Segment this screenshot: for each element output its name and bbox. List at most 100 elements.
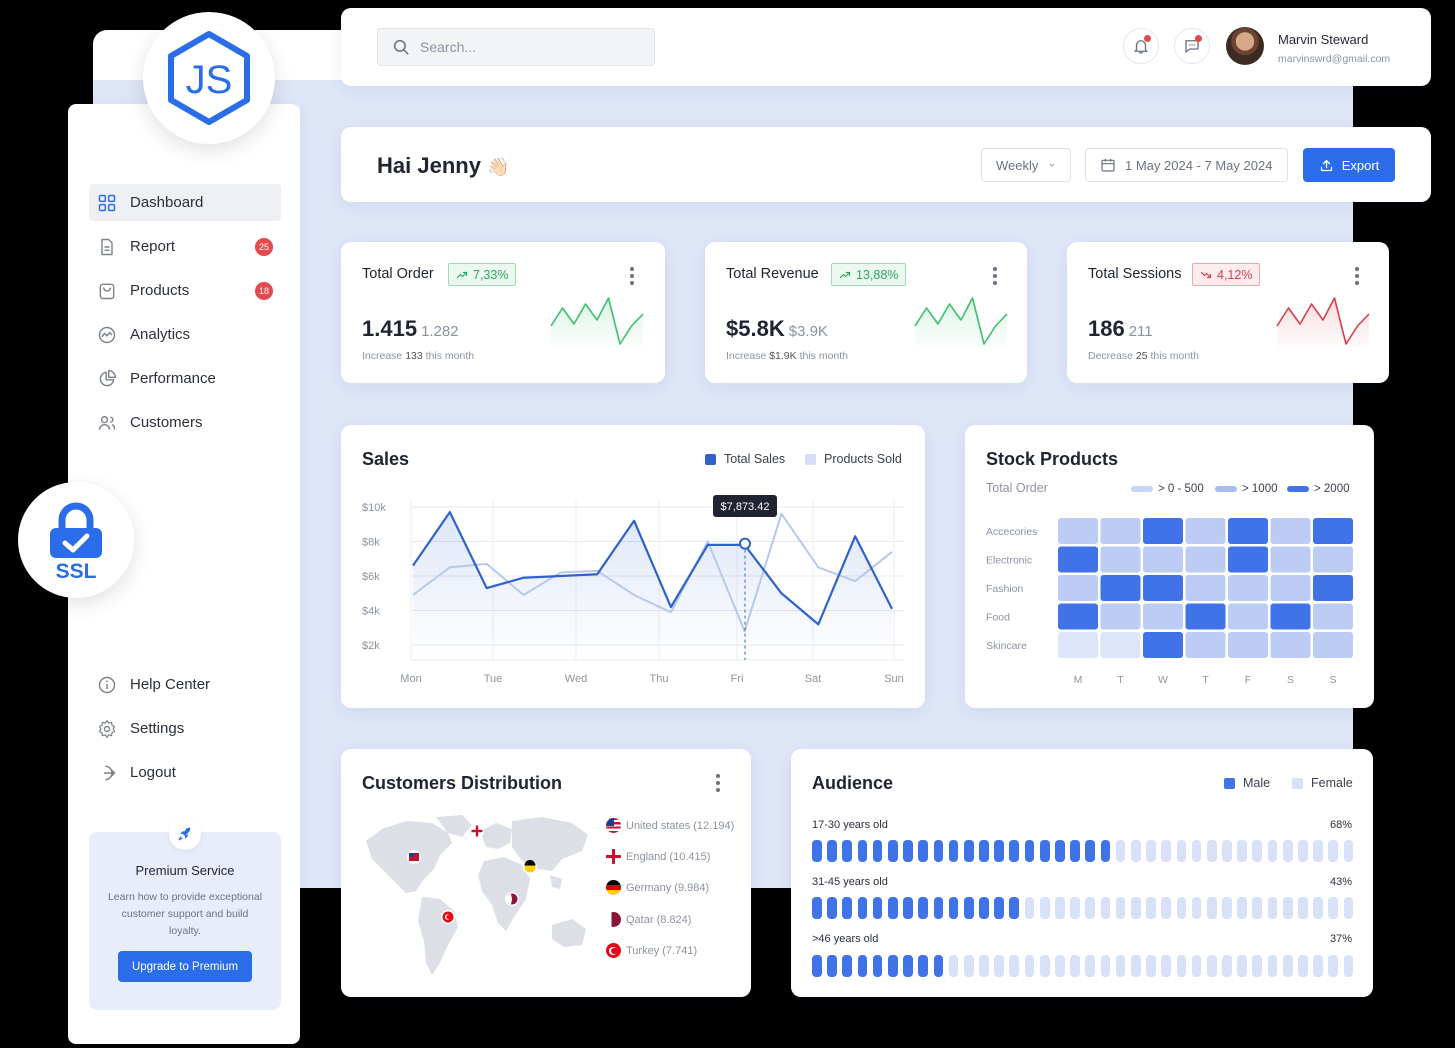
premium-card: Premium Service Learn how to provide exc…	[89, 818, 281, 1010]
female-bar	[1298, 955, 1308, 977]
more-options-icon[interactable]	[630, 267, 634, 285]
heatmap-cell	[1100, 575, 1141, 601]
period-select[interactable]: Weekly	[981, 148, 1071, 182]
male-bar	[1055, 840, 1065, 862]
female-bar	[1328, 955, 1339, 977]
female-bar	[1146, 840, 1156, 862]
male-bar	[994, 897, 1004, 919]
more-options-icon[interactable]	[1355, 267, 1359, 285]
search-icon	[393, 39, 409, 55]
male-bar	[903, 897, 913, 919]
female-bar	[1070, 955, 1080, 977]
sparkline-area	[1277, 298, 1369, 352]
male-bar	[1009, 897, 1020, 919]
male-bar	[857, 897, 868, 919]
heatmap-cell	[1185, 603, 1226, 630]
female-bar	[1009, 955, 1020, 977]
male-bar	[918, 955, 928, 977]
sidebar-item-performance[interactable]: Performance	[89, 360, 281, 397]
notification-button[interactable]	[1123, 28, 1159, 64]
stat-title: Total Order	[362, 266, 434, 282]
stat-change-badge: 7,33%	[448, 263, 517, 286]
male-bar	[933, 840, 944, 862]
female-bar	[1161, 955, 1171, 977]
female-bar	[1024, 897, 1035, 919]
map-marker-qatar	[505, 892, 519, 906]
date-range-picker[interactable]: 1 May 2024 - 7 May 2024	[1085, 148, 1288, 182]
heatmap-cell	[1058, 575, 1098, 601]
male-bar	[1085, 840, 1096, 862]
male-bar	[812, 840, 822, 862]
y-tick-label: $6k	[362, 571, 380, 583]
audience-bar-row	[812, 955, 1354, 977]
legend-swatch	[1224, 777, 1235, 789]
sidebar-item-dashboard[interactable]: Dashboard	[89, 184, 281, 221]
search-box[interactable]	[377, 28, 655, 66]
sidebar-item-products[interactable]: Products 18	[89, 272, 281, 309]
col-label: T	[1202, 674, 1209, 686]
trend-up-icon	[456, 271, 468, 278]
sidebar-item-help-center[interactable]: Help Center	[89, 666, 281, 703]
col-label: F	[1245, 674, 1251, 686]
female-bar	[1055, 897, 1065, 919]
upgrade-button[interactable]: Upgrade to Premium	[118, 951, 252, 982]
sidebar-item-logout[interactable]: Logout	[89, 754, 281, 791]
export-button[interactable]: Export	[1303, 148, 1395, 182]
female-bar	[1206, 955, 1217, 977]
more-options-icon[interactable]	[993, 267, 997, 285]
sales-chart[interactable]: $10k $8k $6k $4k $2k Mon Tue Wed Thu Fri Sat Sun $7,…	[341, 425, 925, 708]
heatmap-cell	[1270, 575, 1311, 601]
female-bar	[1267, 955, 1278, 977]
heatmap-cell	[1228, 575, 1268, 601]
female-bar	[1328, 840, 1339, 862]
row-label: Skincare	[986, 640, 1027, 652]
col-label: T	[1117, 674, 1124, 686]
female-bar	[1252, 897, 1263, 919]
male-bar	[872, 897, 883, 919]
rocket-icon	[169, 818, 201, 850]
sidebar-item-analytics[interactable]: Analytics	[89, 316, 281, 353]
heatmap-cell	[1143, 603, 1183, 630]
heatmap-cell	[1313, 518, 1353, 544]
wave-icon: 👋🏻	[486, 157, 510, 177]
premium-title: Premium Service	[135, 863, 235, 878]
upload-icon	[1320, 159, 1332, 171]
stat-card-total-sessions: Total Sessions 4,12% 186 211 Decrease 25 …	[1067, 242, 1389, 383]
heatmap-cell	[1313, 546, 1353, 573]
legend-swatch	[1292, 777, 1303, 789]
female-bar	[1237, 840, 1247, 862]
y-tick-label: $8k	[362, 536, 380, 548]
sidebar-item-label: Help Center	[130, 676, 211, 693]
heatmap-cell	[1143, 632, 1183, 658]
messages-button[interactable]	[1174, 28, 1210, 64]
male-bar	[872, 955, 883, 977]
period-value: Weekly	[996, 157, 1039, 173]
sidebar-item-settings[interactable]: Settings	[89, 710, 281, 747]
heatmap-cell	[1185, 518, 1226, 544]
report-count-badge: 25	[255, 237, 273, 256]
legend-female: Female	[1292, 776, 1353, 790]
search-input[interactable]	[420, 39, 620, 55]
male-bar	[1009, 840, 1020, 862]
heatmap-cell	[1270, 632, 1311, 658]
female-bar	[1039, 897, 1050, 919]
heatmap-cell	[1058, 546, 1098, 573]
female-bar	[1298, 840, 1308, 862]
avatar[interactable]	[1226, 27, 1264, 65]
heatmap-cell	[1228, 546, 1268, 573]
col-label: S	[1329, 674, 1336, 686]
sidebar-item-label: Settings	[130, 720, 185, 737]
stat-previous: $3.9K	[788, 323, 828, 340]
analytics-icon	[97, 325, 117, 345]
heatmap-cell	[1270, 518, 1311, 544]
highlight-point	[739, 537, 751, 550]
sparkline-total-order	[550, 297, 644, 352]
sidebar-item-report[interactable]: Report 25	[89, 228, 281, 265]
ssl-badge: SSL	[18, 482, 134, 598]
audience-group-percent: 68%	[1329, 819, 1352, 831]
more-options-icon[interactable]	[716, 774, 720, 792]
female-bar	[1146, 897, 1156, 919]
sidebar-item-customers[interactable]: Customers	[89, 404, 281, 441]
male-bar	[903, 955, 913, 977]
svg-text:JS: JS	[186, 58, 233, 102]
